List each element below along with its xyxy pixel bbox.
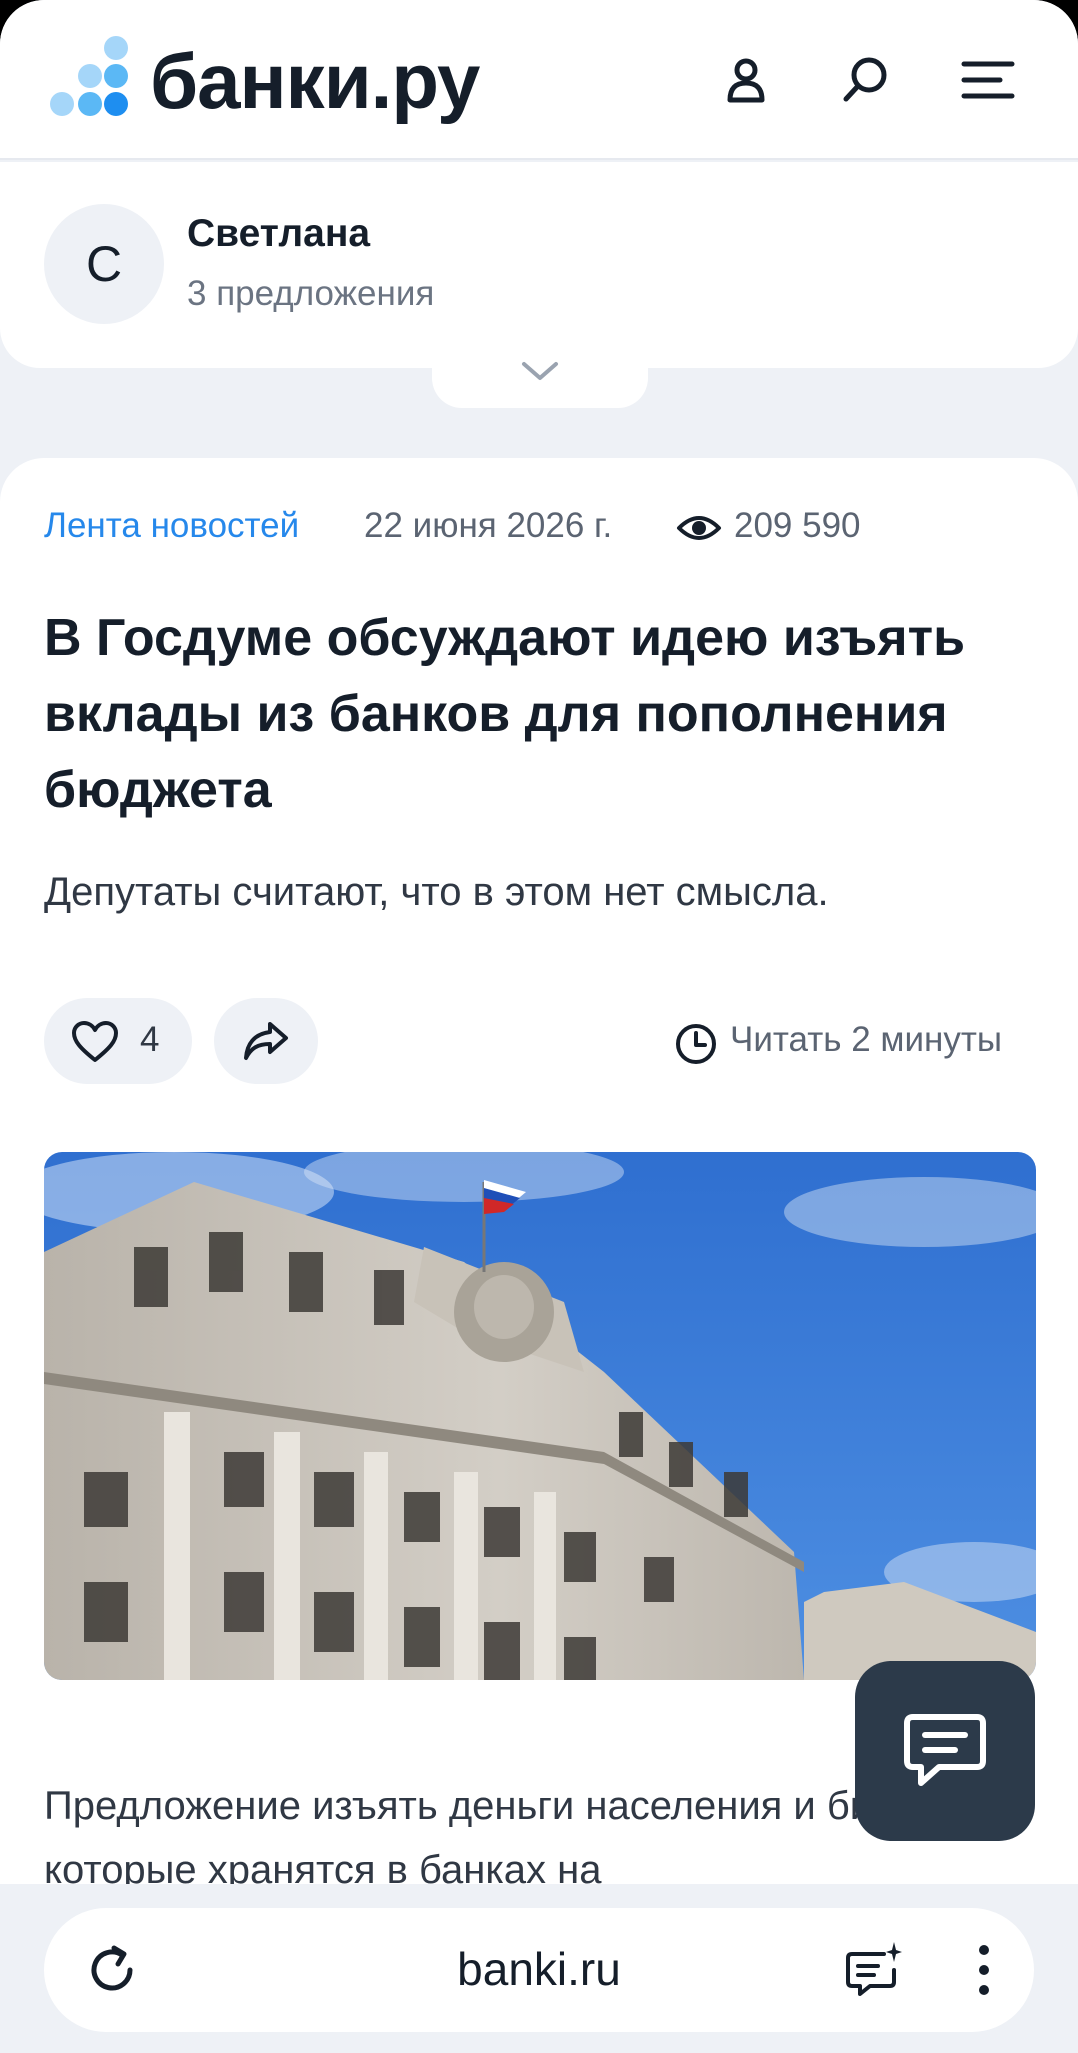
article-title: В Госдуме обсуждают идею изъять вклады и… xyxy=(44,609,966,819)
like-button[interactable]: 4 xyxy=(44,998,192,1084)
views-count: 209 590 xyxy=(734,506,861,545)
chat-bubble-icon xyxy=(904,1714,986,1786)
article-date: 22 июня 2026 г. xyxy=(364,506,613,545)
article-photo[interactable] xyxy=(44,1152,1036,1680)
eye-icon xyxy=(677,516,721,540)
profile-card[interactable]: С Светлана 3 предложения xyxy=(0,162,1078,368)
article-lead: Депутаты считают, что в этом нет смысла. xyxy=(44,870,829,914)
heart-icon xyxy=(72,1021,118,1062)
rubric-link[interactable]: Лента новостей xyxy=(44,506,299,546)
banki-logo-icon[interactable] xyxy=(44,36,134,126)
avatar: С xyxy=(44,204,164,324)
share-icon xyxy=(244,1022,288,1060)
menu-icon[interactable] xyxy=(958,50,1018,110)
brand-name[interactable]: банки.ру xyxy=(150,36,480,127)
notes-icon[interactable] xyxy=(844,1940,904,2000)
read-time: Читать 2 минуты xyxy=(674,1020,1034,1066)
chat-button[interactable] xyxy=(855,1661,1035,1841)
more-vertical-icon[interactable] xyxy=(964,1940,1004,2000)
search-icon[interactable] xyxy=(836,50,896,110)
screen: банки.ру С Светлана 3 предложения Лента … xyxy=(0,0,1078,2053)
profile-name: Светлана xyxy=(187,212,371,255)
read-time-label: Читать 2 минуты xyxy=(730,1020,1003,1059)
site-header: банки.ру xyxy=(0,0,1078,160)
clock-icon xyxy=(676,1024,716,1064)
likes-count: 4 xyxy=(140,1020,160,1059)
profile-offers-count: 3 предложения xyxy=(187,274,435,313)
browser-toolbar: banki.ru xyxy=(0,1884,1078,2053)
profile-icon[interactable] xyxy=(716,50,776,110)
expand-profile-button[interactable] xyxy=(432,340,648,408)
address-bar[interactable]: banki.ru xyxy=(44,1908,1034,2032)
chevron-down-icon xyxy=(522,362,558,380)
share-button[interactable] xyxy=(214,998,318,1084)
